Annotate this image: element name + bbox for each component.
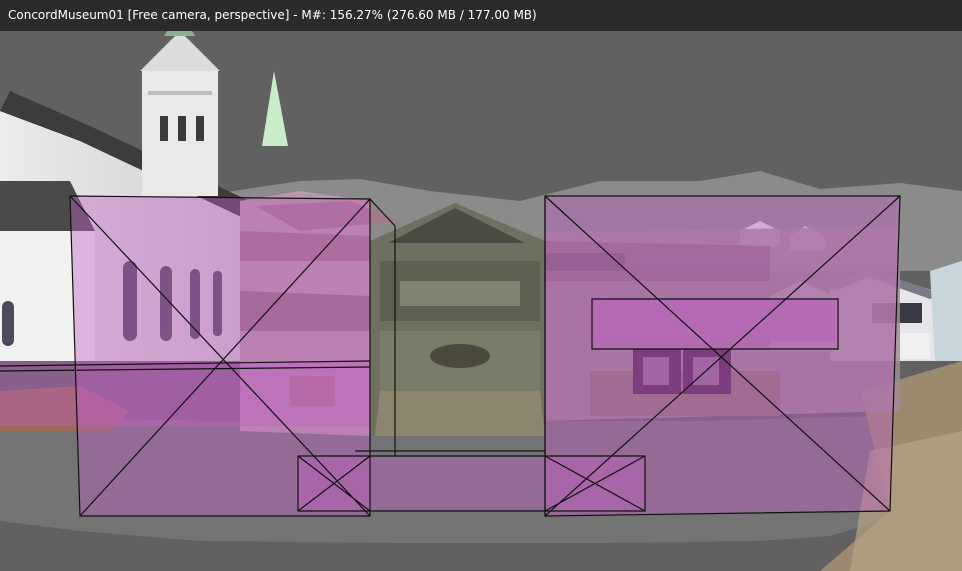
render-viewport[interactable] — [0, 31, 962, 571]
editor-window: ConcordMuseum01 [Free camera, perspectiv… — [0, 0, 962, 571]
window-title: ConcordMuseum01 [Free camera, perspectiv… — [0, 0, 962, 31]
scene-render[interactable] — [0, 31, 962, 571]
